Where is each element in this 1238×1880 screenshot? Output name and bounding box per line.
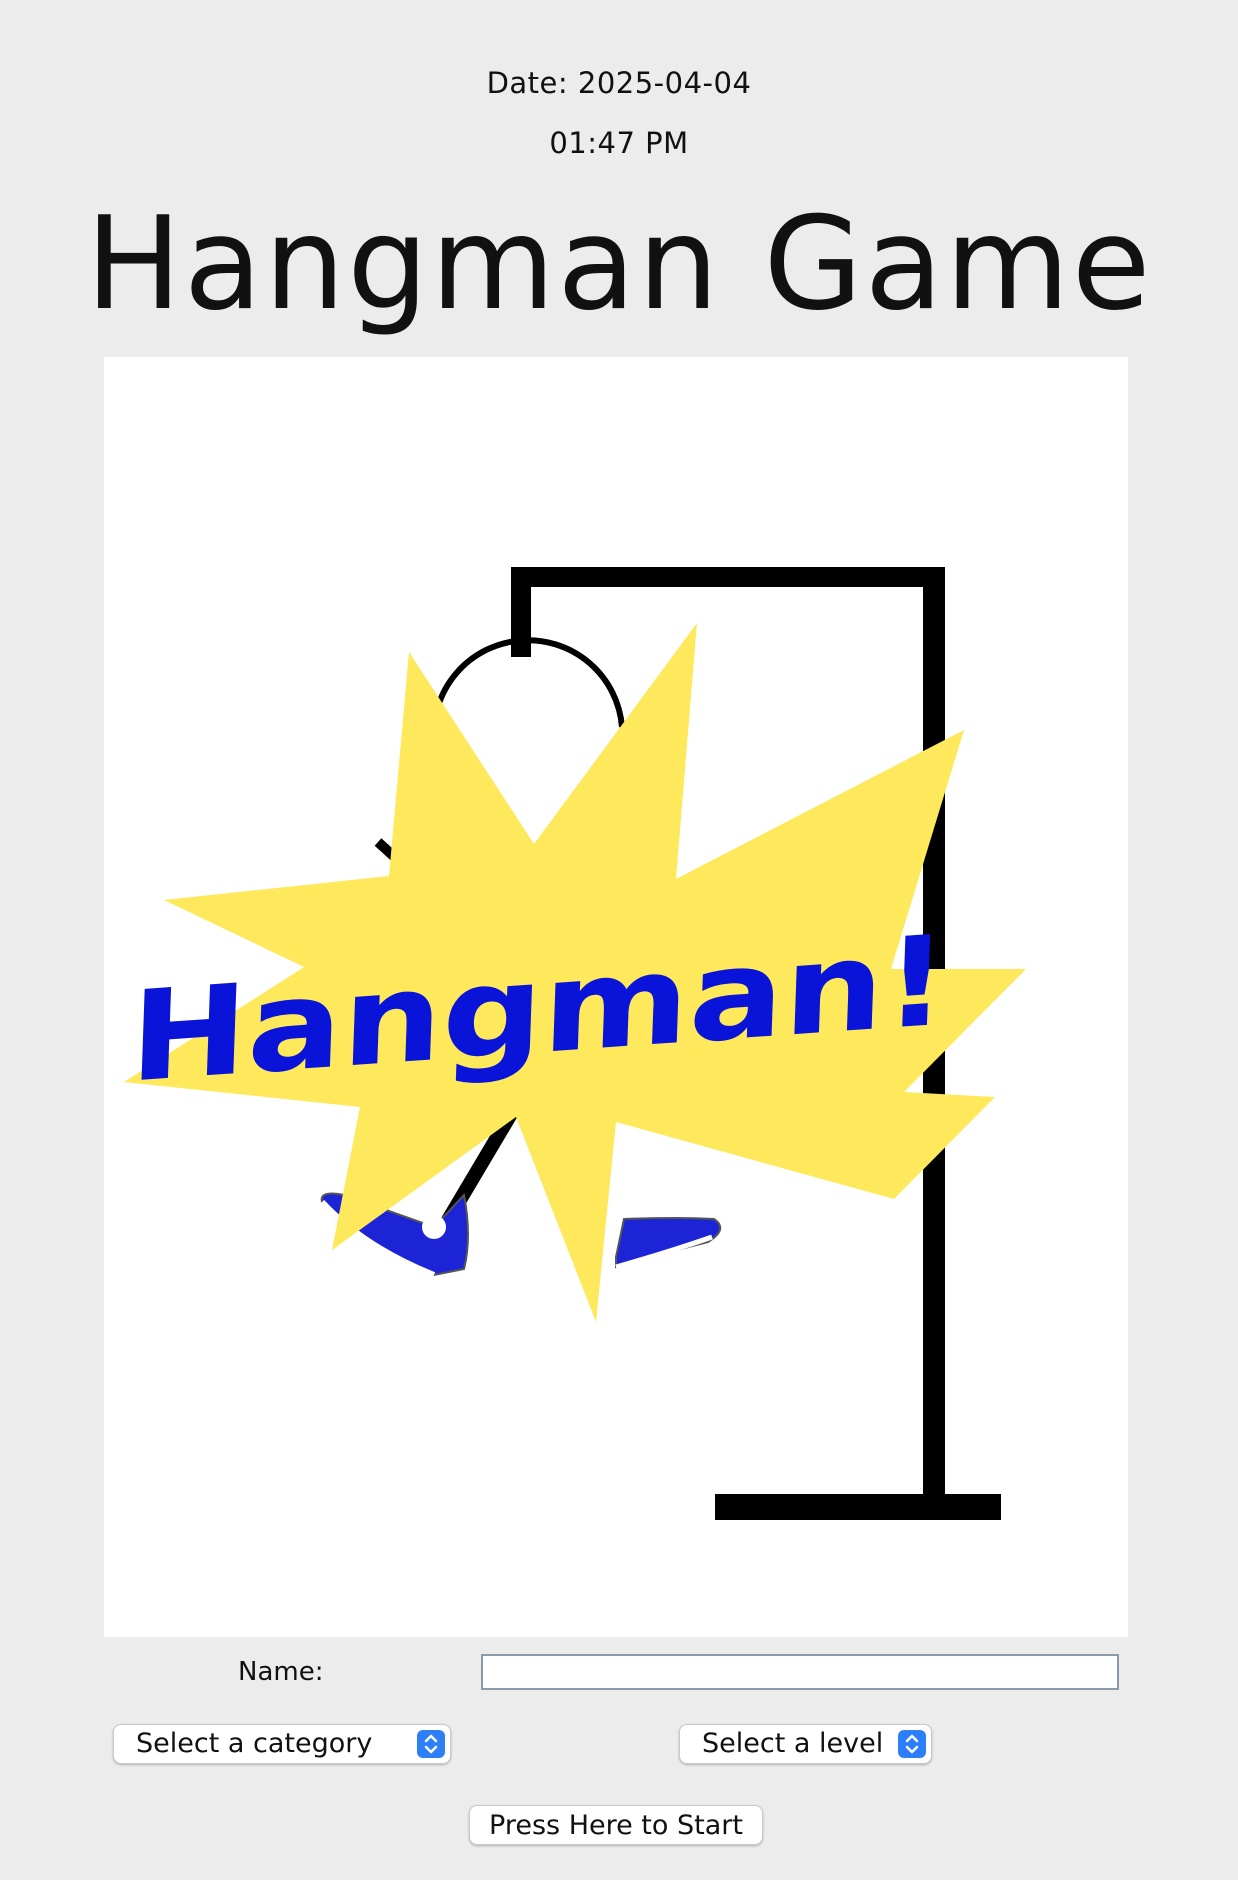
chevron-up-down-icon xyxy=(898,1730,926,1758)
chevron-up-down-icon xyxy=(417,1730,445,1758)
name-label: Name: xyxy=(238,1657,324,1687)
date-label: Date: 2025-04-04 xyxy=(486,66,752,100)
start-button[interactable]: Press Here to Start xyxy=(469,1805,763,1845)
category-select-label: Select a category xyxy=(136,1728,373,1759)
hangman-drawing: Hangman! xyxy=(124,567,1026,1520)
hangman-illustration: Hangman! xyxy=(104,357,1128,1637)
level-select[interactable]: Select a level xyxy=(679,1724,932,1764)
right-shoe xyxy=(615,1217,722,1270)
level-select-label: Select a level xyxy=(702,1728,884,1759)
category-select[interactable]: Select a category xyxy=(113,1724,451,1764)
name-input[interactable] xyxy=(481,1654,1119,1690)
game-title: Hangman Game xyxy=(85,190,1153,339)
time-label: 01:47 PM xyxy=(549,126,689,160)
